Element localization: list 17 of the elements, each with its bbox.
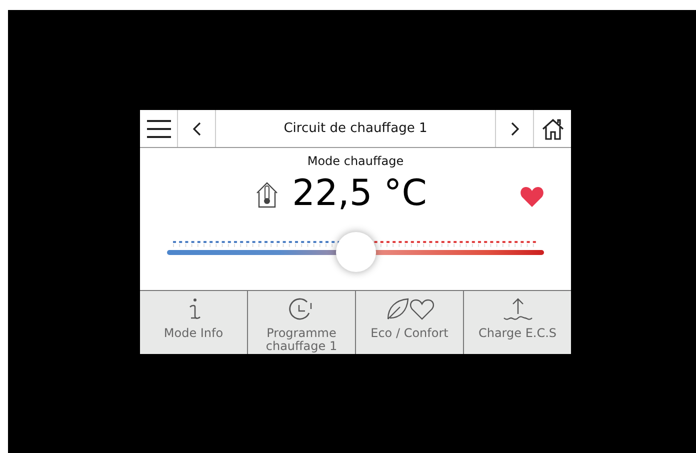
chevron-right-icon [510, 122, 518, 136]
mode-button[interactable]: Mode Info [140, 291, 247, 354]
leaf-heart-icon [386, 297, 434, 321]
house-thermometer-icon [256, 180, 278, 208]
home-icon [542, 118, 564, 140]
temperature-value: 22,5 °C [292, 172, 427, 216]
mode-button[interactable]: Programme chauffage 1 [248, 291, 355, 354]
menu-icon [146, 120, 170, 138]
mode-button[interactable]: Eco / Confort [356, 291, 463, 354]
mode-button[interactable]: Charge E.C.S [464, 291, 571, 354]
water-tap-icon [502, 297, 534, 321]
header-title: Circuit de chauffage 1 [282, 120, 428, 138]
clock-icon [288, 297, 314, 321]
heart-icon[interactable] [520, 186, 544, 208]
slider-thumb[interactable] [336, 232, 376, 272]
mode-label: Mode chauffage [307, 153, 404, 170]
chevron-left-icon [192, 122, 200, 136]
